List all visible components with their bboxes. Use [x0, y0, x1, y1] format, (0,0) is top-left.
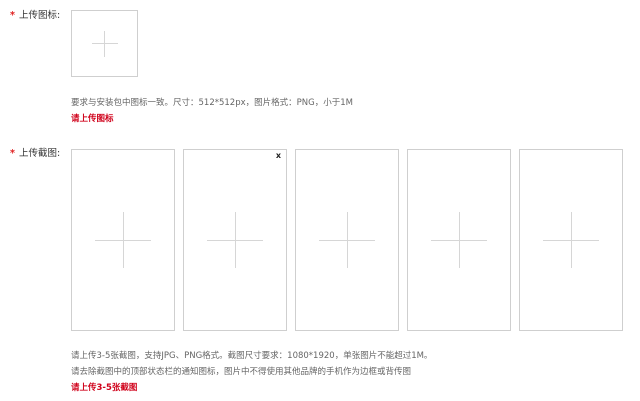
plus-icon: [543, 212, 599, 268]
plus-icon: [95, 212, 151, 268]
screenshot-upload-hint-line2: 请去除截图中的顶部状态栏的通知图标，图片中不得使用其他品牌的手机作为边框或背传图: [71, 367, 412, 377]
screenshot-field-label-text: 上传截图:: [18, 148, 61, 159]
screenshot-upload-slot[interactable]: [407, 149, 511, 331]
close-icon[interactable]: x: [276, 151, 281, 161]
upload-form: * 上传图标: 要求与安装包中图标一致。尺寸：512*512px，图片格式：PNG…: [0, 0, 640, 401]
plus-icon: [431, 212, 487, 268]
screenshot-upload-hint-line1: 请上传3-5张截图，支持JPG、PNG格式。截图尺寸要求：1080*1920，单…: [71, 351, 433, 361]
icon-upload-error: 请上传图标: [71, 114, 114, 124]
screenshot-upload-slot[interactable]: [71, 149, 175, 331]
icon-field-label-text: 上传图标:: [18, 10, 61, 21]
required-mark: *: [10, 148, 15, 159]
screenshot-upload-slot[interactable]: x: [183, 149, 287, 331]
required-mark: *: [10, 10, 15, 21]
plus-icon: [319, 212, 375, 268]
screenshot-field-label: * 上传截图:: [10, 148, 60, 160]
icon-upload-box[interactable]: [71, 10, 138, 77]
plus-icon: [207, 212, 263, 268]
screenshot-upload-error: 请上传3-5张截图: [71, 383, 138, 393]
screenshot-upload-slot[interactable]: [295, 149, 399, 331]
screenshot-upload-slot[interactable]: [519, 149, 623, 331]
icon-field-label: * 上传图标:: [10, 10, 60, 22]
icon-upload-hint: 要求与安装包中图标一致。尺寸：512*512px，图片格式：PNG，小于1M: [71, 98, 353, 108]
plus-icon: [91, 30, 118, 57]
